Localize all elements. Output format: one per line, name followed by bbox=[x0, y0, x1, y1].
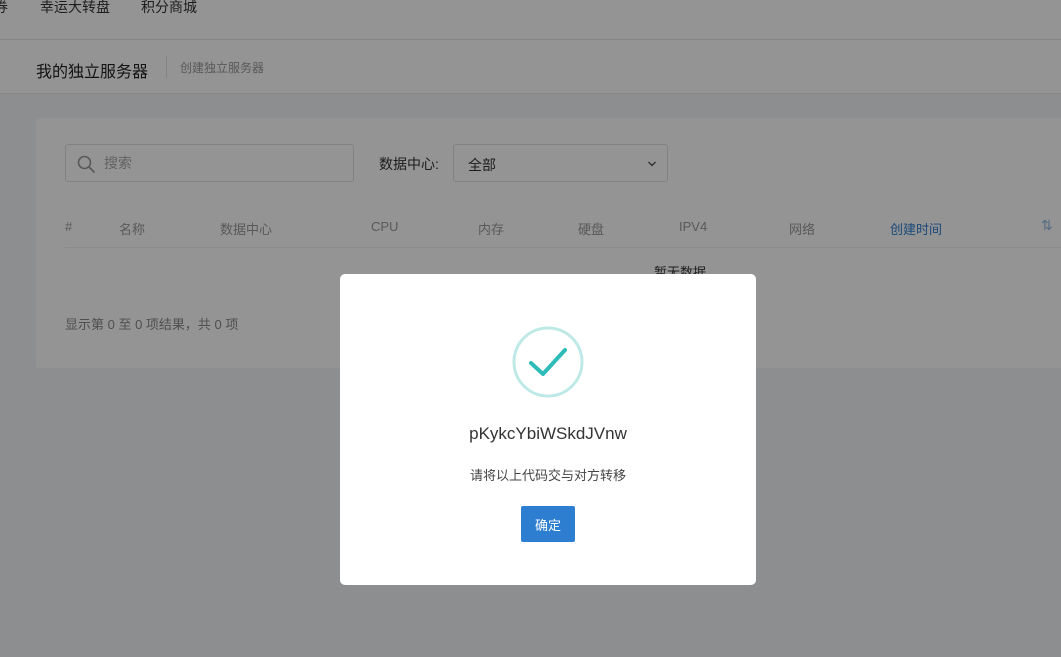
transfer-code-dialog: pKykcYbiWSkdJVnw 请将以上代码交与对方转移 确定 bbox=[340, 274, 756, 585]
transfer-code: pKykcYbiWSkdJVnw bbox=[469, 424, 627, 443]
dialog-message: 请将以上代码交与对方转移 bbox=[469, 468, 626, 483]
confirm-button[interactable]: 确定 bbox=[521, 506, 575, 542]
check-circle-icon bbox=[512, 326, 584, 398]
